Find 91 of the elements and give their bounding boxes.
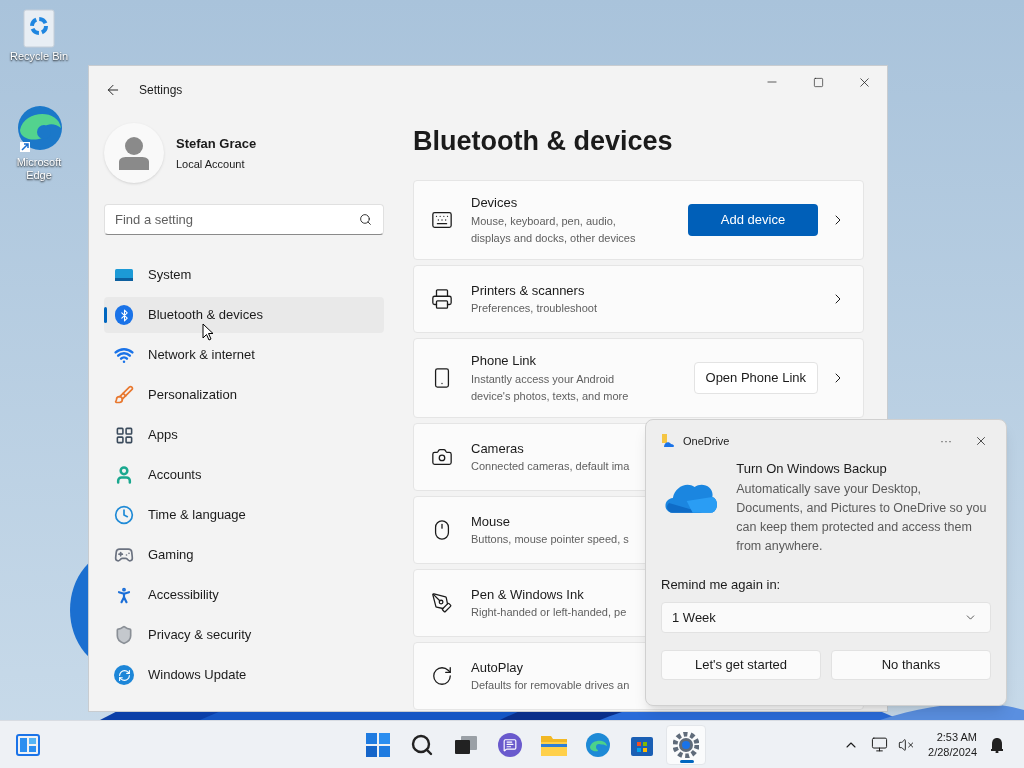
maximize-icon [812, 76, 824, 88]
person-icon [114, 465, 134, 485]
no-thanks-button[interactable]: No thanks [831, 650, 991, 680]
desktop-icon-label: Recycle Bin [9, 50, 69, 63]
nav-label: Gaming [148, 546, 194, 565]
card-description: Preferences, troubleshoot [471, 301, 597, 317]
onedrive-app-icon [661, 434, 675, 448]
card-title: Cameras [471, 439, 524, 458]
apps-icon [114, 425, 134, 445]
cursor-icon [202, 323, 214, 341]
remind-dropdown[interactable]: 1 Week [661, 602, 991, 633]
remind-label: Remind me again in: [661, 575, 782, 594]
bluetooth-icon [115, 305, 133, 325]
globe-clock-icon [114, 505, 134, 525]
nav-label: Bluetooth & devices [148, 306, 263, 325]
app-name: OneDrive [683, 433, 730, 449]
add-device-button[interactable]: Add device [688, 204, 818, 236]
windows-logo-icon [366, 732, 390, 757]
nav-label: Apps [148, 426, 178, 445]
card-description: Connected cameras, default ima [471, 459, 630, 475]
more-button[interactable]: ··· [931, 432, 961, 450]
volume-muted-icon[interactable] [898, 736, 915, 753]
user-name: Stefan Grace [176, 135, 257, 153]
nav-item[interactable]: Accounts [104, 457, 384, 493]
notification-bell-icon[interactable] [989, 736, 1005, 753]
card-description: Right-handed or left-handed, pe [471, 605, 627, 621]
card-title: Printers & scanners [471, 281, 585, 300]
active-indicator [680, 759, 694, 763]
settings-card[interactable]: Phone Link Instantly access your Android device's photos, texts, and more Open Phone Link [413, 338, 864, 418]
card-title: Mouse [471, 512, 511, 531]
clock-time: 2:53 AM [936, 729, 977, 745]
nav-item[interactable]: System [104, 257, 384, 293]
settings-card[interactable]: Devices Mouse, keyboard, pen, audio, displays and docks, other devices Add device [413, 180, 864, 260]
shield-icon [114, 625, 134, 645]
get-started-button[interactable]: Let's get started [661, 650, 821, 680]
pen-icon [431, 592, 453, 614]
folder-icon [541, 733, 567, 756]
desktop-icon-label: Microsoft Edge [15, 156, 63, 182]
nav-item[interactable]: Accessibility [104, 577, 384, 613]
gamepad-icon [114, 545, 134, 565]
search-icon [410, 732, 434, 757]
search-field[interactable]: Find a setting [104, 204, 384, 235]
settings-card[interactable]: Printers & scanners Preferences, troubleshoot [413, 265, 864, 333]
card-title: Devices [471, 194, 518, 213]
card-description: Buttons, mouse pointer speed, s [471, 532, 629, 548]
keyboard-icon [431, 209, 453, 231]
recycle-bin-icon[interactable] [22, 8, 56, 48]
page-heading: Bluetooth & devices [413, 125, 674, 158]
card-title: Phone Link [471, 352, 537, 371]
nav-label: Network & internet [148, 346, 255, 365]
wifi-icon [114, 345, 134, 365]
nav-label: Accessibility [148, 586, 219, 605]
nav-item[interactable]: Gaming [104, 537, 384, 573]
nav-item[interactable]: Bluetooth & devices [104, 297, 384, 333]
nav-item[interactable]: Windows Update [104, 657, 384, 693]
card-description: Mouse, keyboard, pen, audio, displays and docks, other devices [471, 213, 637, 246]
nav-label: Privacy & security [148, 626, 252, 645]
gear-icon [673, 731, 699, 758]
nav-item[interactable]: Time & language [104, 497, 384, 533]
nav-label: Accounts [148, 466, 202, 485]
selection-indicator [104, 307, 107, 323]
nav-item[interactable]: Privacy & security [104, 617, 384, 653]
autoplay-icon [431, 665, 453, 687]
brush-icon [114, 385, 134, 405]
window-title: Settings [139, 82, 183, 99]
nav-item[interactable]: Network & internet [104, 337, 384, 373]
task-view-icon [455, 735, 477, 754]
account-type: Local Account [176, 156, 246, 172]
card-description: Instantly access your Android device's photos, texts, and more [471, 371, 630, 404]
person-silhouette-icon [119, 136, 149, 170]
close-icon [974, 434, 988, 448]
chat-icon [498, 732, 522, 757]
edge-icon [586, 732, 610, 757]
open-app-button[interactable]: Open Phone Link [693, 362, 818, 394]
clock-date: 2/28/2024 [928, 744, 977, 760]
widgets-icon[interactable] [16, 733, 40, 756]
card-title: Pen & Windows Ink [471, 585, 584, 604]
camera-icon [431, 446, 453, 468]
printer-icon [431, 288, 453, 310]
display-icon [115, 268, 133, 282]
nav-item[interactable]: Personalization [104, 377, 384, 413]
nav-item[interactable]: Apps [104, 417, 384, 453]
nav-label: System [148, 266, 192, 285]
card-title: AutoPlay [471, 658, 524, 677]
network-icon[interactable] [871, 736, 889, 753]
nav-label: Time & language [148, 506, 246, 525]
search-icon [359, 213, 372, 226]
nav-label: Personalization [148, 386, 237, 405]
nav-label: Windows Update [148, 666, 247, 685]
update-icon [114, 665, 134, 685]
card-description: Defaults for removable drives an [471, 678, 630, 694]
